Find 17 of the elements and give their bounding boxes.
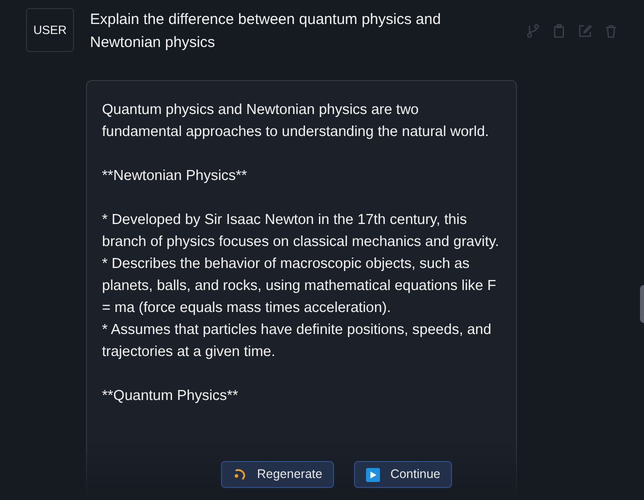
edit-icon[interactable] xyxy=(578,24,592,38)
regenerate-button[interactable]: Regenerate xyxy=(221,461,334,488)
trash-icon[interactable] xyxy=(604,24,618,38)
play-icon xyxy=(366,468,380,482)
branch-icon[interactable] xyxy=(526,24,540,38)
response-text: Quantum physics and Newtonian physics are two fundamental approaches to understanding the natural world. xyxy=(102,101,490,142)
response-text: * Assumes that particles have definite positions, speeds, and trajectories at a given time. xyxy=(102,321,492,362)
response-text: **Quantum Physics** xyxy=(102,387,240,406)
response-text: * Describes the behavior of macroscopic objects, such as planets, balls, and rocks, using mathematical equations like F = ma (force equals mass times acceleration). xyxy=(102,255,498,318)
role-label: USER xyxy=(26,8,74,52)
response-text: **Newtonian Physics** xyxy=(102,167,248,186)
response-text: * Developed by Sir Isaac Newton in the 17th century, this branch of physics focuses on classical mechanics and gravity. xyxy=(102,211,500,252)
refresh-icon xyxy=(233,468,247,482)
message-text: Explain the difference between quantum physics and Newtonian physics xyxy=(90,10,442,53)
continue-button[interactable]: Continue xyxy=(354,461,452,488)
clipboard-icon[interactable] xyxy=(552,24,566,38)
scrollbar-thumb[interactable] xyxy=(640,285,644,323)
